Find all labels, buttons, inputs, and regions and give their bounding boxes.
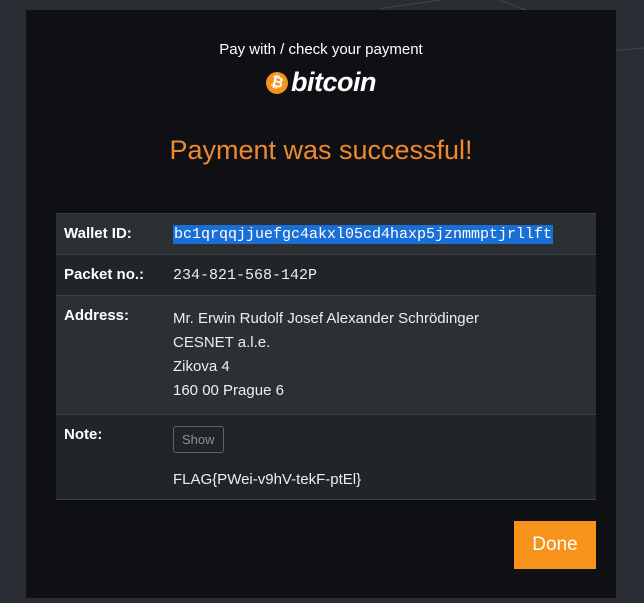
address-label: Address: <box>56 295 165 415</box>
background-line <box>379 0 509 9</box>
packet-row: Packet no.: 234-821-568-142P <box>56 254 596 296</box>
note-label: Note: <box>56 414 165 500</box>
wallet-label: Wallet ID: <box>56 213 165 255</box>
packet-label: Packet no.: <box>56 254 165 296</box>
address-value: Mr. Erwin Rudolf Josef Alexander Schrödi… <box>165 295 596 415</box>
address-line: Mr. Erwin Rudolf Josef Alexander Schrödi… <box>173 310 479 327</box>
bitcoin-logo: ₿ bitcoin <box>26 67 616 98</box>
address-row: Address: Mr. Erwin Rudolf Josef Alexande… <box>56 295 596 415</box>
payment-details-table: Wallet ID: bc1qrqqjjuefgc4akxl05cd4haxp5… <box>56 213 596 500</box>
payment-modal: Pay with / check your payment ₿ bitcoin … <box>26 10 616 598</box>
address-line: Zikova 4 <box>173 358 230 375</box>
done-button[interactable]: Done <box>514 521 596 569</box>
background-line <box>615 46 644 51</box>
wallet-id-value[interactable]: bc1qrqqjjuefgc4akxl05cd4haxp5jznmmptjrll… <box>173 225 554 244</box>
address-line: CESNET a.l.e. <box>173 334 271 351</box>
address-line: 160 00 Prague 6 <box>173 382 284 399</box>
wallet-row: Wallet ID: bc1qrqqjjuefgc4akxl05cd4haxp5… <box>56 213 596 255</box>
payment-status-message: Payment was successful! <box>169 135 473 165</box>
note-row: Note: Show FLAG{PWei-v9hV-tekF-ptEl} <box>56 414 596 500</box>
bitcoin-wordmark: bitcoin <box>291 67 377 97</box>
note-value: FLAG{PWei-v9hV-tekF-ptEl} <box>173 471 362 488</box>
pay-with-text: Pay with / check your payment <box>219 41 423 58</box>
packet-number-value: 234-821-568-142P <box>173 267 318 284</box>
show-note-button[interactable]: Show <box>173 426 224 453</box>
bitcoin-icon: ₿ <box>263 69 291 96</box>
